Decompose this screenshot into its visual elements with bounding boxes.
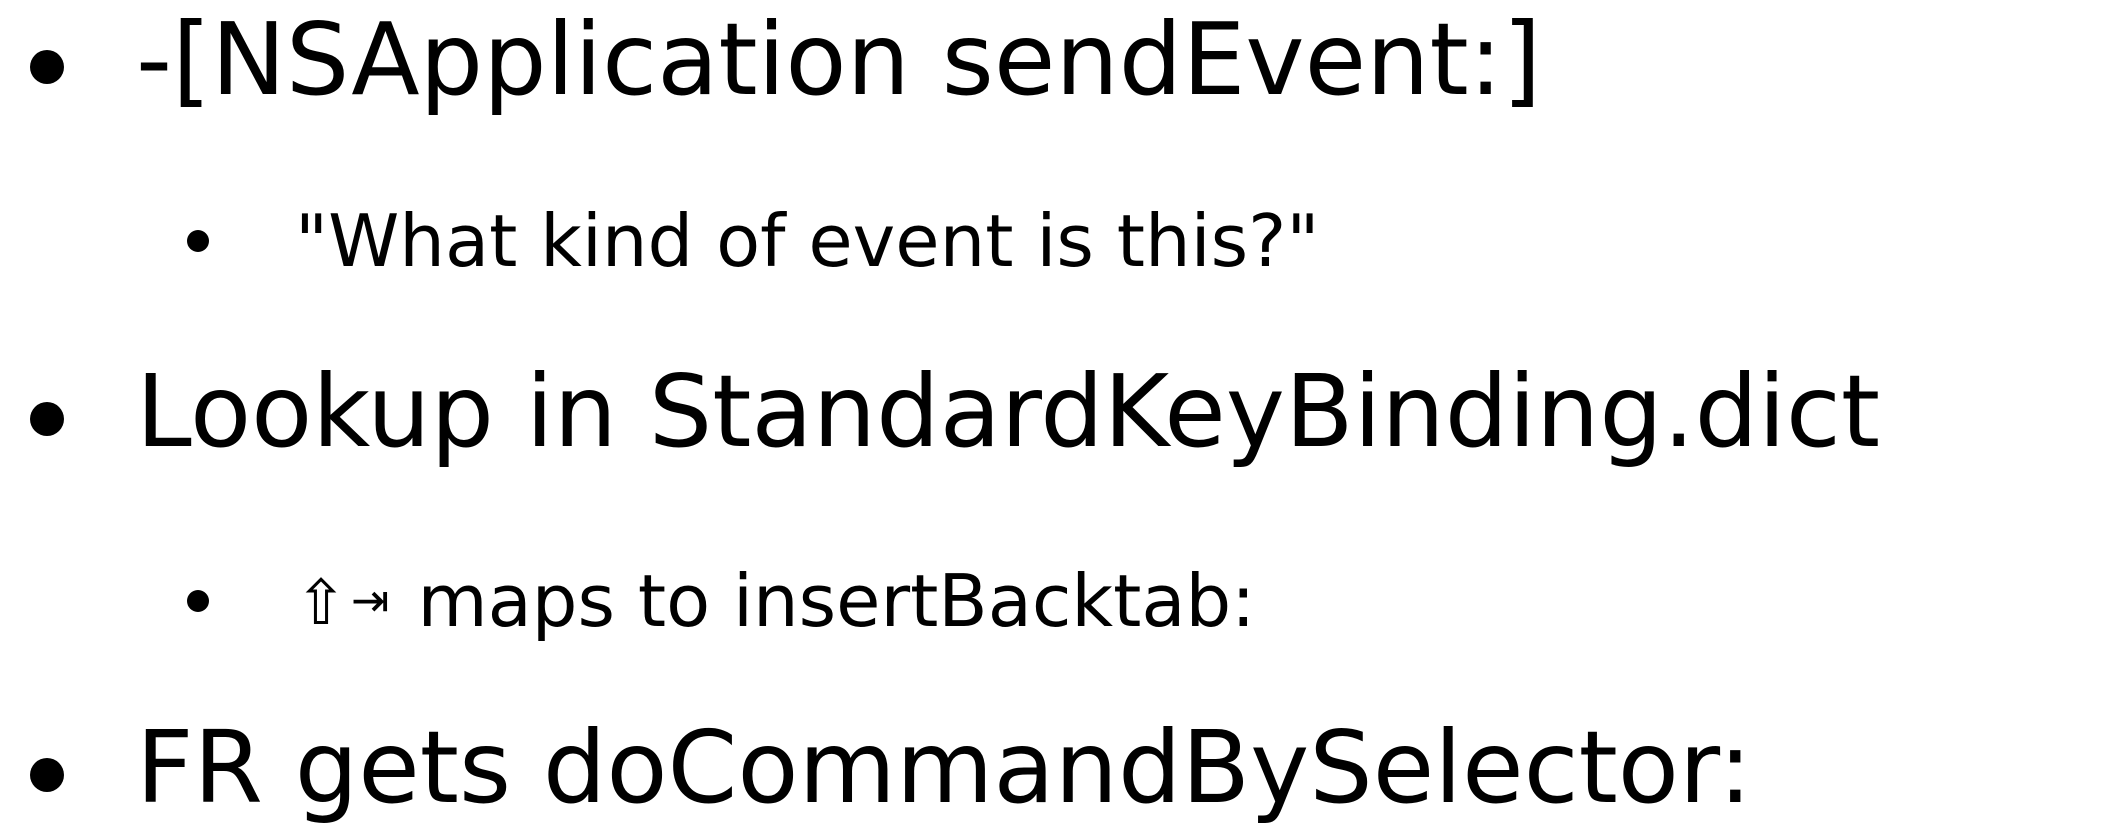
- shift-key-icon: ⇧: [295, 566, 347, 639]
- sub-bullet-dot-icon: [187, 590, 209, 612]
- bullet-text: Lookup in StandardKeyBinding.dict: [136, 353, 1881, 470]
- sub-bullet-content: ⇧⇥ maps to insertBacktab:: [295, 565, 1255, 637]
- slide: -[NSApplication sendEvent:] "What kind o…: [0, 0, 2127, 837]
- tab-key-icon: ⇥: [350, 573, 390, 627]
- bullet-text: FR gets doCommandBySelector:: [136, 709, 1753, 826]
- bullet-dot-icon: [30, 758, 64, 792]
- bullet-dot-icon: [30, 402, 64, 436]
- bullet-text: -[NSApplication sendEvent:]: [136, 1, 1542, 118]
- sub-bullet-dot-icon: [187, 230, 209, 252]
- bullet-dot-icon: [30, 50, 64, 84]
- sub-bullet-text: "What kind of event is this?": [295, 199, 1320, 283]
- sub-bullet-text: maps to insertBacktab:: [417, 559, 1256, 643]
